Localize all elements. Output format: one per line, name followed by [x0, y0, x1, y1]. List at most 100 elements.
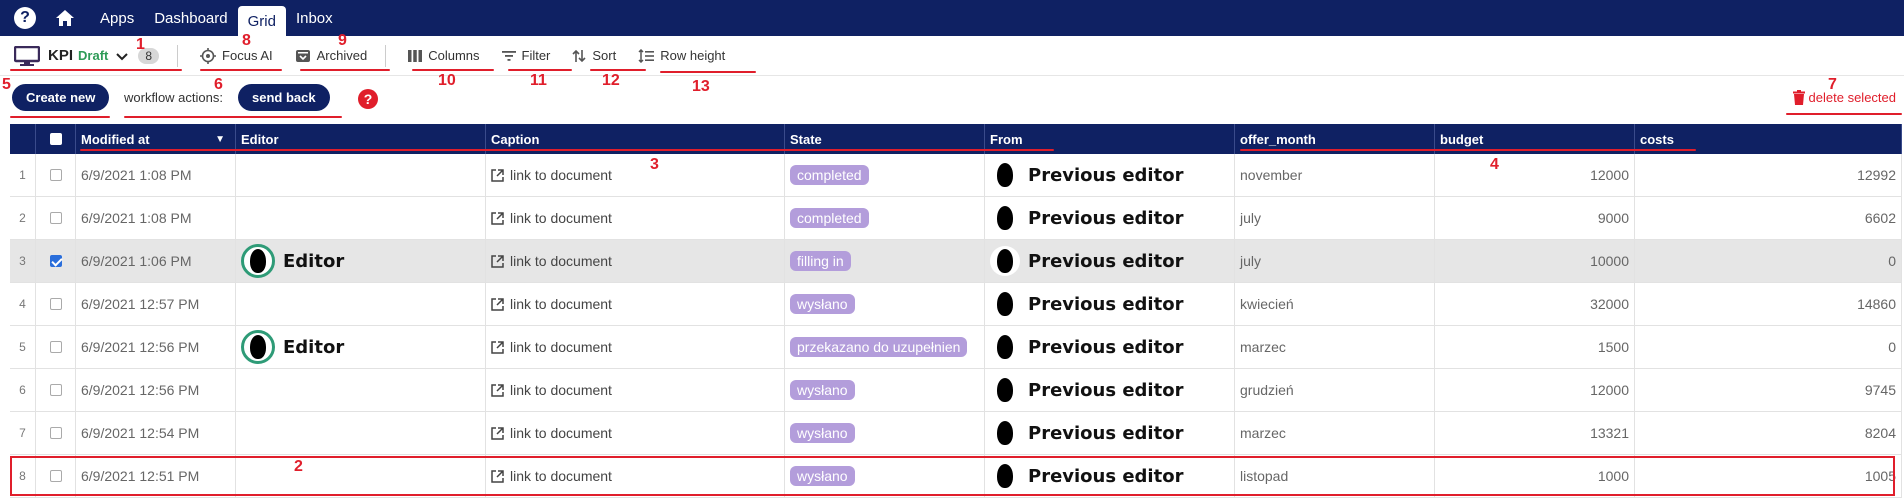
cell-budget: 12000	[1435, 154, 1635, 196]
document-link[interactable]: link to document	[491, 167, 612, 183]
external-link-icon	[491, 211, 504, 225]
from-person: Previous editor	[990, 289, 1183, 319]
row-checkbox[interactable]	[36, 326, 76, 368]
cell-from: Previous editor	[985, 326, 1235, 368]
cell-costs: 0	[1635, 240, 1902, 282]
row-checkbox[interactable]	[36, 283, 76, 325]
home-icon[interactable]	[54, 7, 76, 29]
workflow-actions-label: workflow actions:	[124, 90, 223, 105]
editor-person: Editor	[241, 244, 344, 278]
cell-offer-month: marzec	[1235, 412, 1435, 454]
columns-icon	[408, 49, 423, 62]
annotation-label: 9	[338, 32, 347, 49]
editor-person: Editor	[241, 330, 344, 364]
cell-caption: link to document	[486, 412, 785, 454]
document-link[interactable]: link to document	[491, 425, 612, 441]
annotation-box-row-8	[10, 456, 1895, 496]
cell-offer-month: marzec	[1235, 326, 1435, 368]
filter-icon	[501, 50, 516, 61]
help-icon[interactable]: ?	[14, 7, 36, 29]
annotation-label: 1	[136, 36, 145, 53]
columns-button[interactable]: Columns	[408, 42, 480, 70]
cell-editor: Editor	[236, 326, 486, 368]
cell-modified-at: 6/9/2021 1:06 PM	[76, 240, 236, 282]
document-link[interactable]: link to document	[491, 382, 612, 398]
data-grid: Modified at ▼ Editor Caption State From …	[10, 124, 1902, 498]
table-row[interactable]: 1 6/9/2021 1:08 PM link to document complet…	[10, 154, 1902, 197]
cell-costs: 6602	[1635, 197, 1902, 239]
filter-button[interactable]: Filter	[501, 42, 550, 70]
table-row[interactable]: 4 6/9/2021 12:57 PM link to document wysłan…	[10, 283, 1902, 326]
annotation-underline	[80, 149, 1054, 151]
row-checkbox[interactable]	[36, 412, 76, 454]
cell-costs: 9745	[1635, 369, 1902, 411]
state-badge: completed	[790, 165, 869, 185]
cell-offer-month: july	[1235, 240, 1435, 282]
document-link[interactable]: link to document	[491, 210, 612, 226]
annotation-label: 3	[650, 156, 659, 173]
table-row[interactable]: 7 6/9/2021 12:54 PM link to document wysłan…	[10, 412, 1902, 455]
state-badge: wysłano	[790, 380, 855, 400]
annotation-underline	[660, 71, 756, 73]
from-person: Previous editor	[990, 375, 1183, 405]
cell-editor	[236, 197, 486, 239]
row-checkbox[interactable]	[36, 154, 76, 196]
avatar	[990, 289, 1020, 319]
cell-caption: link to document	[486, 197, 785, 239]
table-row[interactable]: 5 6/9/2021 12:56 PM Editor link to document…	[10, 326, 1902, 369]
document-link[interactable]: link to document	[491, 253, 612, 269]
send-back-button[interactable]: send back	[238, 84, 330, 111]
workflow-help-icon[interactable]: ?	[358, 89, 378, 109]
row-checkbox[interactable]	[36, 240, 76, 282]
sort-icon	[572, 49, 586, 63]
cell-editor: Editor	[236, 240, 486, 282]
cell-from: Previous editor	[985, 197, 1235, 239]
from-person: Previous editor	[990, 160, 1183, 190]
row-height-button[interactable]: Row height	[638, 42, 725, 70]
avatar	[990, 375, 1020, 405]
cell-editor	[236, 412, 486, 454]
nav-dashboard[interactable]: Dashboard	[144, 0, 237, 36]
cell-state: completed	[785, 197, 985, 239]
cell-from: Previous editor	[985, 283, 1235, 325]
table-row[interactable]: 3 6/9/2021 1:06 PM Editor link to document f…	[10, 240, 1902, 283]
cell-costs: 0	[1635, 326, 1902, 368]
avatar	[990, 332, 1020, 362]
cell-modified-at: 6/9/2021 12:56 PM	[76, 369, 236, 411]
cell-costs: 8204	[1635, 412, 1902, 454]
select-all-checkbox[interactable]	[36, 124, 76, 154]
cell-caption: link to document	[486, 369, 785, 411]
cell-caption: link to document	[486, 283, 785, 325]
annotation-label: 7	[1828, 76, 1837, 93]
focus-ai-button[interactable]: Focus AI	[200, 42, 273, 70]
document-link[interactable]: link to document	[491, 339, 612, 355]
archived-button[interactable]: Archived	[295, 42, 367, 70]
chevron-down-icon[interactable]	[116, 48, 129, 64]
row-checkbox[interactable]	[36, 197, 76, 239]
cell-modified-at: 6/9/2021 1:08 PM	[76, 197, 236, 239]
cell-budget: 1500	[1435, 326, 1635, 368]
row-checkbox[interactable]	[36, 369, 76, 411]
cell-budget: 13321	[1435, 412, 1635, 454]
columns-label: Columns	[428, 48, 480, 63]
avatar	[241, 330, 275, 364]
table-row[interactable]: 6 6/9/2021 12:56 PM link to document wysłan…	[10, 369, 1902, 412]
grid-body: 1 6/9/2021 1:08 PM link to document complet…	[10, 154, 1902, 498]
nav-apps[interactable]: Apps	[90, 0, 144, 36]
row-index: 2	[10, 197, 36, 239]
sort-button[interactable]: Sort	[572, 42, 616, 70]
delete-selected-button[interactable]: delete selected	[1792, 90, 1896, 105]
annotation-underline	[10, 116, 110, 118]
state-badge: completed	[790, 208, 869, 228]
create-new-button[interactable]: Create new	[12, 84, 110, 111]
cell-budget: 12000	[1435, 369, 1635, 411]
row-height-icon	[638, 48, 655, 63]
avatar	[990, 418, 1020, 448]
nav-inbox[interactable]: Inbox	[286, 0, 343, 36]
annotation-underline	[508, 69, 572, 71]
external-link-icon	[491, 340, 504, 354]
cell-offer-month: november	[1235, 154, 1435, 196]
top-navigation: ? Apps Dashboard Grid Inbox	[0, 0, 1904, 36]
document-link[interactable]: link to document	[491, 296, 612, 312]
table-row[interactable]: 2 6/9/2021 1:08 PM link to document complet…	[10, 197, 1902, 240]
